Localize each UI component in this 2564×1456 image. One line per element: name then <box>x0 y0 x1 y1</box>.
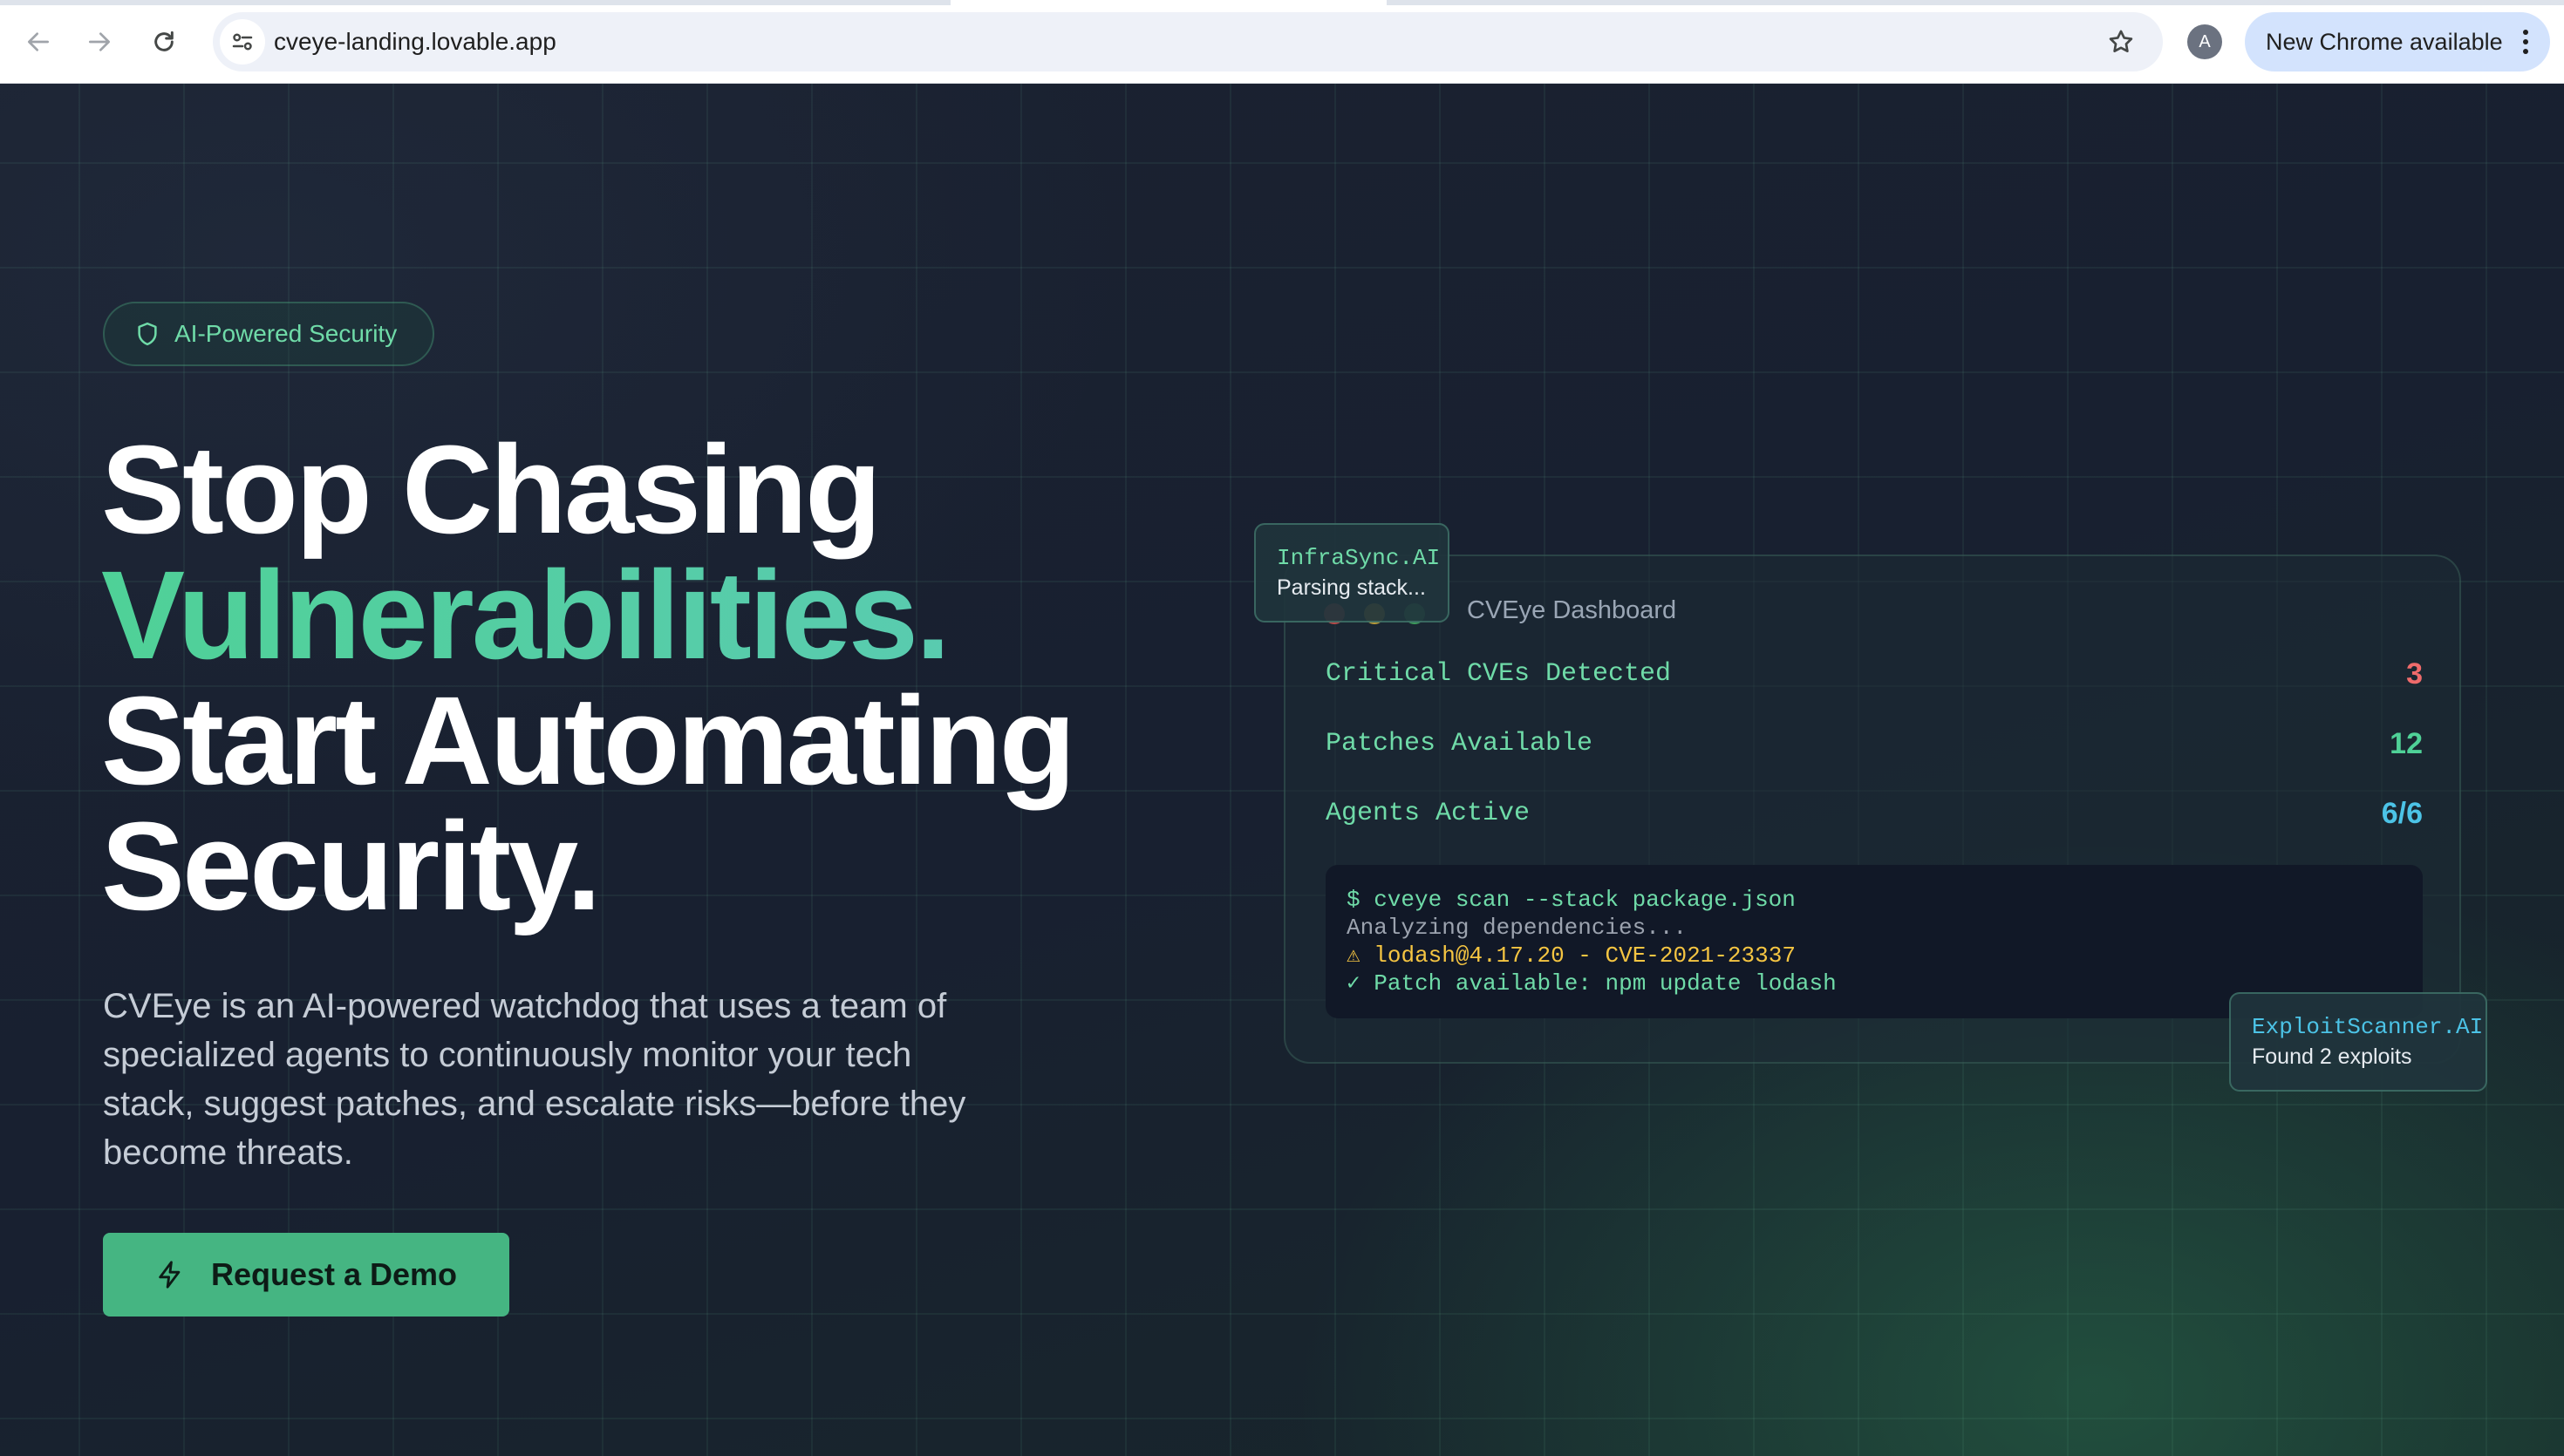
badge-label: AI-Powered Security <box>174 320 398 347</box>
landing-page: AI-Powered Security Stop Chasing Vulnera… <box>0 84 2564 1456</box>
chrome-update-label: New Chrome available <box>2266 29 2503 55</box>
dashboard-card: CVEye Dashboard Critical CVEs Detected 3… <box>1284 555 2461 1064</box>
stat-value: 3 <box>2406 657 2423 691</box>
headline-line-4: Security. <box>101 796 602 936</box>
bookmark-button[interactable] <box>2102 23 2140 61</box>
headline-line-2: Vulnerabilities. <box>101 553 1235 678</box>
address-bar[interactable]: cveye-landing.lovable.app <box>213 12 2163 71</box>
request-demo-button[interactable]: Request a Demo <box>103 1233 509 1317</box>
terminal-line: ⚠ lodash@4.17.20 - CVE-2021-23337 <box>1347 942 1796 969</box>
hero-description: CVEye is an AI-powered watchdog that use… <box>103 987 966 1172</box>
forward-button[interactable] <box>78 21 120 63</box>
ai-security-badge: AI-Powered Security <box>103 302 434 366</box>
url-text[interactable]: cveye-landing.lovable.app <box>274 12 556 71</box>
agent-name: InfraSync.AI <box>1277 545 1441 571</box>
stat-label: Agents Active <box>1326 799 1531 828</box>
stat-row: Critical CVEs Detected 3 <box>1326 657 2423 697</box>
chrome-update-button[interactable]: New Chrome available <box>2245 12 2550 71</box>
shield-icon <box>138 322 157 346</box>
exploitscanner-agent-card: ExploitScanner.AI Found 2 exploits <box>2229 992 2487 1092</box>
reload-icon <box>154 31 174 51</box>
agent-status: Parsing stack... <box>1277 575 1426 600</box>
terminal-line: $ cveye scan --stack package.json <box>1347 887 1796 913</box>
dashboard-title: CVEye Dashboard <box>1467 596 1677 624</box>
browser-toolbar: cveye-landing.lovable.app A New Chrome a… <box>0 0 2564 84</box>
agent-status: Found 2 exploits <box>2252 1044 2412 1069</box>
back-arrow-icon <box>28 32 49 51</box>
lightning-icon <box>159 1261 181 1289</box>
reload-button[interactable] <box>143 21 185 63</box>
kebab-menu-icon[interactable] <box>2520 28 2531 56</box>
bookmark-star-icon <box>2109 30 2133 52</box>
stat-row: Agents Active 6/6 <box>1326 797 2423 837</box>
infrasync-agent-card: InfraSync.AI Parsing stack... <box>1254 523 1449 623</box>
headline-line-3: Start Automating <box>101 670 1076 811</box>
active-tab-edge <box>951 0 1387 5</box>
stat-value: 6/6 <box>2381 797 2423 830</box>
request-demo-label: Request a Demo <box>210 1256 458 1292</box>
site-info-button[interactable] <box>220 19 265 65</box>
back-button[interactable] <box>17 21 59 63</box>
forward-arrow-icon <box>89 32 110 51</box>
profile-avatar[interactable]: A <box>2187 24 2222 59</box>
stat-row: Patches Available 12 <box>1326 727 2423 767</box>
terminal-line: Analyzing dependencies... <box>1347 915 1688 941</box>
agent-name: ExploitScanner.AI <box>2252 1014 2484 1040</box>
headline-line-1: Stop Chasing <box>101 419 882 560</box>
stat-label: Patches Available <box>1326 729 1593 759</box>
stat-value: 12 <box>2390 727 2423 760</box>
hero-headline: Stop Chasing Vulnerabilities. Start Auto… <box>101 427 1235 929</box>
stat-label: Critical CVEs Detected <box>1326 659 1672 689</box>
site-info-icon <box>232 33 253 51</box>
